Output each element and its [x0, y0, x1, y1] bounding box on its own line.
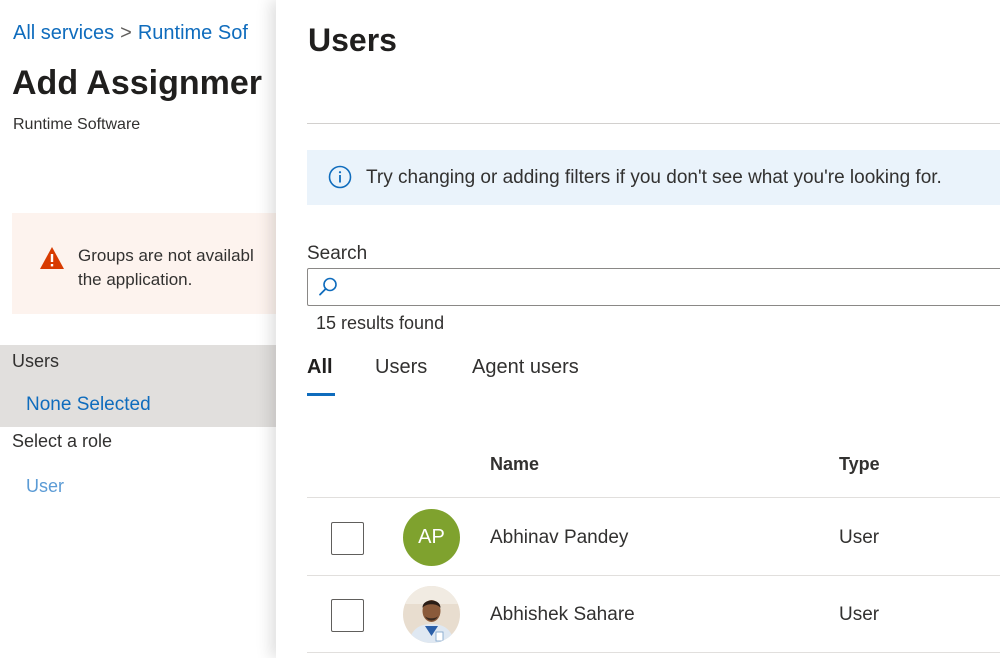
column-header-name[interactable]: Name [490, 454, 539, 475]
results-count: 15 results found [316, 313, 445, 333]
search-label: Search [307, 243, 368, 264]
tab-users-label: Users [375, 356, 428, 378]
users-blade: Users Try changing or adding filters if … [276, 0, 1000, 658]
page-title: Add Assignmer [12, 64, 263, 102]
tab-all[interactable]: All [307, 356, 335, 396]
warning-text-line2: the application. [78, 270, 193, 289]
header-divider [307, 123, 1000, 124]
select-role-value[interactable]: User [26, 476, 64, 497]
warning-text: Groups are not availabl the application. [78, 244, 276, 292]
row-checkbox[interactable] [331, 599, 364, 632]
tab-agent-users-label: Agent users [472, 356, 579, 378]
table-row[interactable]: AP Abhinav Pandey User [307, 499, 1000, 576]
row-checkbox[interactable] [331, 522, 364, 555]
avatar-photo [403, 586, 460, 643]
column-header-type[interactable]: Type [839, 454, 880, 475]
select-role-label: Select a role [12, 431, 113, 451]
users-selector[interactable]: Users None Selected [0, 345, 276, 427]
tab-all-label: All [307, 356, 333, 378]
users-selector-value[interactable]: None Selected [26, 394, 151, 416]
avatar: AP [403, 509, 460, 566]
search-box[interactable] [307, 268, 1000, 306]
search-input[interactable] [344, 271, 984, 303]
breadcrumb-all-services[interactable]: All services [13, 22, 114, 44]
info-text: Try changing or adding filters if you do… [366, 167, 942, 188]
user-name: Abhishek Sahare [490, 604, 635, 625]
info-banner: Try changing or adding filters if you do… [307, 150, 1000, 205]
user-name: Abhinav Pandey [490, 527, 629, 548]
tab-users[interactable]: Users [375, 356, 427, 379]
table-row[interactable]: Abhishek Sahare User [307, 576, 1000, 653]
active-tab-indicator [307, 393, 335, 396]
person-photo-icon [403, 586, 460, 643]
page-subtitle: Runtime Software [13, 116, 141, 133]
tab-agent-users[interactable]: Agent users [472, 356, 579, 379]
breadcrumb-separator: > [120, 22, 132, 44]
breadcrumb-runtime-software[interactable]: Runtime Sof [138, 22, 248, 44]
table-header: Name Type [307, 432, 1000, 498]
assignment-blade: All services > Runtime Sof Add Assignmer R… [0, 0, 276, 658]
warning-text-line1: Groups are not availabl [78, 246, 254, 265]
search-icon [319, 277, 337, 296]
user-type: User [839, 604, 880, 625]
warning-icon [40, 247, 64, 269]
blade-title: Users [308, 22, 397, 58]
info-icon [328, 165, 352, 189]
users-selector-label: Users [12, 351, 60, 371]
breadcrumb: All services > Runtime Sof [13, 22, 248, 45]
groups-warning-banner: Groups are not availabl the application. [12, 213, 276, 314]
user-type: User [839, 527, 880, 548]
